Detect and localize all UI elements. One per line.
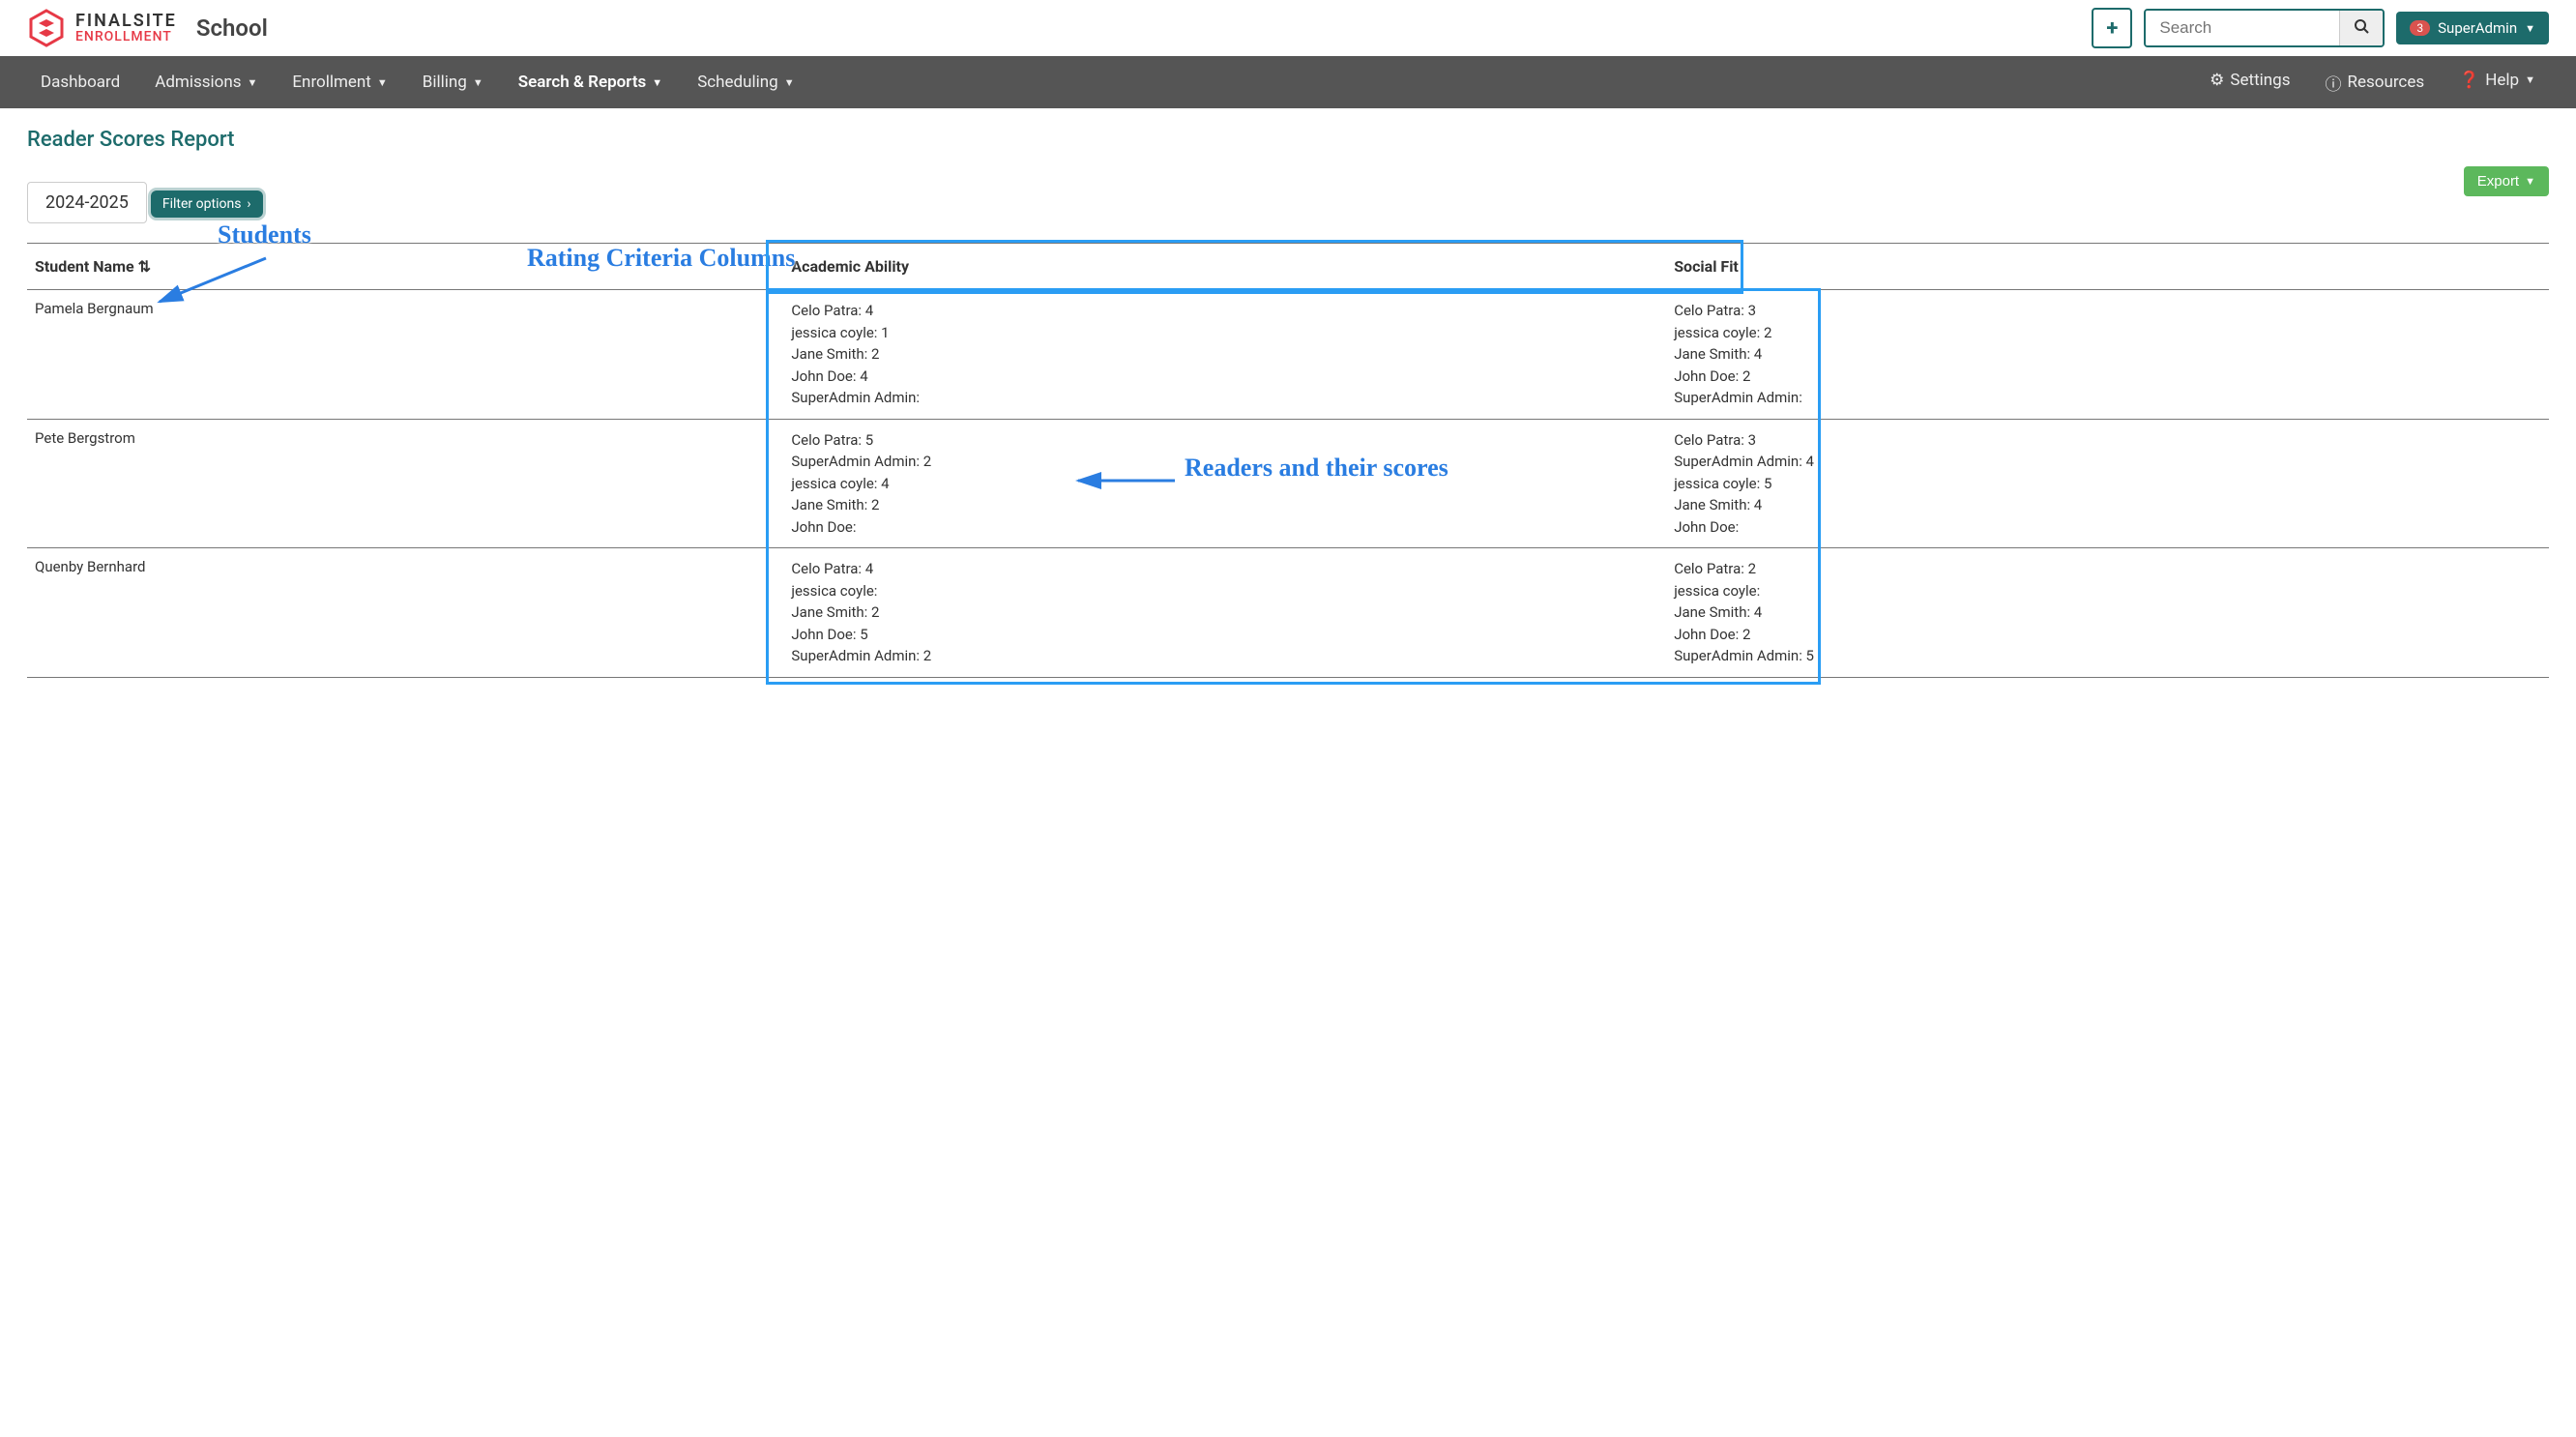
- nav-enrollment[interactable]: Enrollment▼: [275, 56, 404, 108]
- reader-score: SuperAdmin Admin:: [791, 387, 1658, 409]
- reader-score: John Doe: 2: [1674, 366, 2541, 388]
- col-academic-ability[interactable]: Academic Ability: [783, 244, 1666, 290]
- school-name: School: [196, 15, 268, 42]
- export-button[interactable]: Export▼: [2464, 166, 2549, 196]
- social-fit-cell: Celo Patra: 2jessica coyle:Jane Smith: 4…: [1666, 548, 2549, 678]
- main-nav: Dashboard Admissions▼ Enrollment▼ Billin…: [0, 56, 2576, 108]
- col-social-fit[interactable]: Social Fit: [1666, 244, 2549, 290]
- reader-score: jessica coyle:: [791, 580, 1658, 602]
- search-bar: [2144, 9, 2385, 47]
- academic-ability-cell: Celo Patra: 5SuperAdmin Admin: 2jessica …: [783, 419, 1666, 548]
- reader-score: John Doe: 2: [1674, 624, 2541, 646]
- sort-icon: ⇅: [138, 257, 151, 276]
- nav-dashboard[interactable]: Dashboard: [23, 56, 137, 108]
- logo-icon: [27, 9, 66, 47]
- chevron-down-icon: ▼: [2525, 176, 2535, 188]
- student-name-cell: Pamela Bergnaum: [27, 290, 783, 420]
- social-fit-cell: Celo Patra: 3jessica coyle: 2Jane Smith:…: [1666, 290, 2549, 420]
- gear-icon: ⚙: [2210, 71, 2224, 90]
- filter-options-button[interactable]: Filter options›: [151, 191, 263, 218]
- academic-ability-cell: Celo Patra: 4jessica coyle: 1Jane Smith:…: [783, 290, 1666, 420]
- chevron-down-icon: ▼: [2525, 73, 2535, 86]
- reader-score: SuperAdmin Admin: 4: [1674, 451, 2541, 473]
- logo-text-1: FINALSITE: [75, 13, 177, 30]
- chevron-down-icon: ▼: [652, 76, 662, 89]
- reader-score: Jane Smith: 2: [791, 343, 1658, 366]
- nav-resources[interactable]: ⓘResources: [2307, 71, 2442, 95]
- reader-score: Celo Patra: 4: [791, 300, 1658, 322]
- reader-score: Jane Smith: 4: [1674, 601, 2541, 624]
- reader-score: SuperAdmin Admin:: [1674, 387, 2541, 409]
- chevron-down-icon: ▼: [248, 76, 258, 89]
- table-header-row: Student Name ⇅ Academic Ability Social F…: [27, 244, 2549, 290]
- reader-score: Celo Patra: 3: [1674, 429, 2541, 452]
- reader-score: jessica coyle: 2: [1674, 322, 2541, 344]
- reader-score: SuperAdmin Admin: 2: [791, 645, 1658, 667]
- student-name-cell: Pete Bergstrom: [27, 419, 783, 548]
- search-button[interactable]: [2339, 11, 2383, 45]
- reader-score: SuperAdmin Admin: 5: [1674, 645, 2541, 667]
- reader-score: SuperAdmin Admin: 2: [791, 451, 1658, 473]
- nav-help[interactable]: ❓Help▼: [2442, 71, 2553, 90]
- table-body: Pamela BergnaumCelo Patra: 4jessica coyl…: [27, 290, 2549, 678]
- user-name: SuperAdmin: [2438, 19, 2517, 37]
- add-button[interactable]: +: [2092, 8, 2132, 48]
- col-student-name[interactable]: Student Name ⇅: [27, 244, 783, 290]
- reader-score: jessica coyle: 5: [1674, 473, 2541, 495]
- reader-score: Jane Smith: 4: [1674, 494, 2541, 516]
- nav-billing[interactable]: Billing▼: [405, 56, 501, 108]
- plus-icon: +: [2106, 16, 2118, 41]
- reader-score: Jane Smith: 4: [1674, 343, 2541, 366]
- page-content: Reader Scores Report 2024-2025 Export▼ F…: [0, 108, 2576, 697]
- social-fit-cell: Celo Patra: 3SuperAdmin Admin: 4jessica …: [1666, 419, 2549, 548]
- reader-score: jessica coyle:: [1674, 580, 2541, 602]
- reader-score: Jane Smith: 2: [791, 494, 1658, 516]
- academic-ability-cell: Celo Patra: 4jessica coyle:Jane Smith: 2…: [783, 548, 1666, 678]
- year-selector[interactable]: 2024-2025: [27, 182, 147, 223]
- reader-score: jessica coyle: 4: [791, 473, 1658, 495]
- reader-score: John Doe:: [791, 516, 1658, 539]
- nav-admissions[interactable]: Admissions▼: [137, 56, 275, 108]
- chevron-down-icon: ▼: [2525, 22, 2535, 35]
- logo-text-2: ENROLLMENT: [75, 30, 177, 44]
- page-title: Reader Scores Report: [27, 128, 2549, 152]
- reader-score: jessica coyle: 1: [791, 322, 1658, 344]
- chevron-down-icon: ▼: [473, 76, 483, 89]
- reader-score: John Doe: 5: [791, 624, 1658, 646]
- search-icon: [2354, 18, 2369, 34]
- reader-score: John Doe:: [1674, 516, 2541, 539]
- info-icon: ⓘ: [2325, 71, 2341, 95]
- reader-score: Celo Patra: 4: [791, 558, 1658, 580]
- scores-table: Student Name ⇅ Academic Ability Social F…: [27, 243, 2549, 678]
- nav-scheduling[interactable]: Scheduling▼: [680, 56, 811, 108]
- reader-score: Celo Patra: 3: [1674, 300, 2541, 322]
- chevron-right-icon: ›: [247, 196, 250, 212]
- notification-badge: 3: [2410, 20, 2430, 36]
- search-input[interactable]: [2146, 11, 2339, 45]
- chevron-down-icon: ▼: [784, 76, 795, 89]
- nav-search-reports[interactable]: Search & Reports▼: [501, 56, 680, 108]
- top-header: FINALSITE ENROLLMENT School + 3 SuperAdm…: [0, 0, 2576, 56]
- logo: FINALSITE ENROLLMENT: [27, 9, 177, 47]
- chevron-down-icon: ▼: [377, 76, 388, 89]
- table-row: Pete BergstromCelo Patra: 5SuperAdmin Ad…: [27, 419, 2549, 548]
- reader-score: Celo Patra: 2: [1674, 558, 2541, 580]
- table-row: Quenby BernhardCelo Patra: 4jessica coyl…: [27, 548, 2549, 678]
- user-menu[interactable]: 3 SuperAdmin ▼: [2396, 12, 2549, 44]
- table-row: Pamela BergnaumCelo Patra: 4jessica coyl…: [27, 290, 2549, 420]
- reader-score: Celo Patra: 5: [791, 429, 1658, 452]
- question-icon: ❓: [2459, 71, 2479, 90]
- reader-score: Jane Smith: 2: [791, 601, 1658, 624]
- student-name-cell: Quenby Bernhard: [27, 548, 783, 678]
- nav-settings[interactable]: ⚙Settings: [2192, 71, 2307, 90]
- reader-score: John Doe: 4: [791, 366, 1658, 388]
